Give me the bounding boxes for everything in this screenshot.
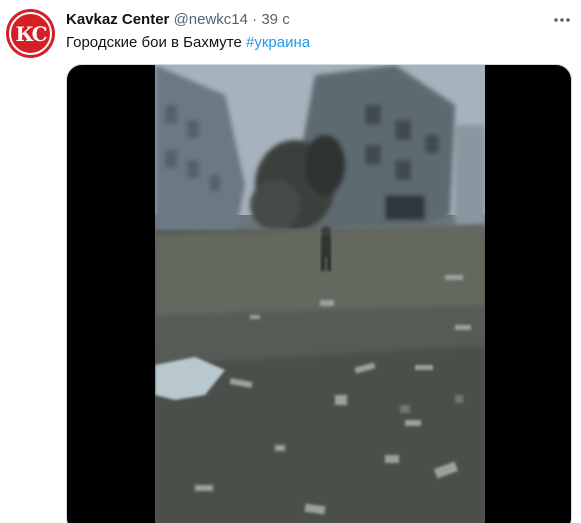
hashtag-link[interactable]: #украина [246, 34, 310, 51]
timestamp[interactable]: 39 с [261, 11, 289, 28]
video-scene [155, 65, 485, 523]
tweet-header: Kavkaz Center @newkc14 · 39 с [66, 11, 290, 29]
more-options-button[interactable] [551, 10, 573, 30]
author-name[interactable]: Kavkaz Center [66, 11, 169, 28]
author-handle[interactable]: @newkc14 [174, 11, 248, 28]
separator-dot: · [252, 11, 258, 28]
tweet[interactable]: КС Kavkaz Center @newkc14 · 39 с Городск… [0, 0, 581, 523]
avatar[interactable]: КС [6, 9, 55, 58]
more-horizontal-icon [554, 18, 570, 22]
tweet-body: Городские бои в Бахмуте [66, 34, 247, 51]
tweet-text: Городские бои в Бахмуте #украина [66, 33, 310, 53]
video-frame [155, 65, 485, 523]
video-player[interactable] [66, 64, 572, 523]
avatar-logo: КС [9, 12, 52, 55]
